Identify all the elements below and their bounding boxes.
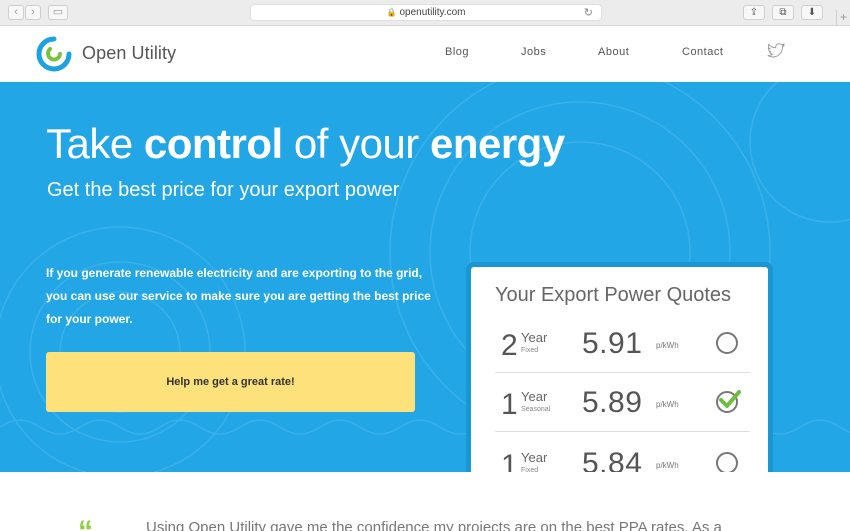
hero-title-part-1: Take [46,120,144,167]
twitter-icon[interactable] [767,43,785,59]
quote-select-radio[interactable] [716,452,738,472]
hero-title: Take control of your energy [46,120,565,168]
quote-term-unit: Year [521,389,548,404]
nav-blog[interactable]: Blog [445,46,469,58]
checkmark-icon [719,390,741,408]
reload-icon[interactable]: ↻ [584,6,593,19]
nav-contact[interactable]: Contact [682,46,723,58]
nav-jobs[interactable]: Jobs [521,46,546,58]
quote-type: Fixed [521,347,539,354]
quote-select-radio[interactable] [716,332,738,354]
quote-term-unit: Year [521,450,548,465]
open-utility-logo[interactable] [36,36,72,72]
back-button[interactable]: ‹ [8,5,24,20]
new-tab-button[interactable]: + [836,10,850,26]
quote-mark-icon: “ [78,515,93,531]
forward-button[interactable]: › [25,5,41,20]
quote-unit: p/kWh [656,341,679,350]
quote-term-unit: Year [521,330,548,345]
nav-about[interactable]: About [598,46,629,58]
hero-title-part-2: control [143,120,283,167]
divider [495,372,750,373]
sidebar-toggle-icon[interactable]: ▭ [48,5,68,20]
hero-title-part-3: of your [282,120,430,167]
quotes-card: Your Export Power Quotes 2 Year Fixed 5.… [466,262,773,472]
tabs-icon[interactable]: ⧉ [772,5,794,20]
quote-rate: 5.84 [582,447,643,472]
quote-row[interactable]: 2 Year Fixed 5.91 p/kWh [495,327,738,387]
lock-icon: 🔒 [386,8,397,17]
quote-term-number: 1 [501,388,518,421]
quotes-card-title: Your Export Power Quotes [495,284,732,306]
quote-unit: p/kWh [656,461,679,470]
quote-row[interactable]: 1 Year Seasonal 5.89 p/kWh [495,386,741,446]
hero-title-part-4: energy [429,120,565,167]
quote-term-number: 2 [501,329,518,362]
download-icon[interactable]: ⬇ [801,5,823,20]
hero-section: Take control of your energy Get the best… [0,82,850,472]
share-icon[interactable]: ⇪ [743,5,765,20]
quote-row[interactable]: 1 Year Fixed 5.84 p/kWh [495,447,738,472]
quote-unit: p/kWh [656,400,679,409]
quote-term-number: 1 [501,449,518,472]
quote-type: Seasonal [521,406,551,413]
brand-name[interactable]: Open Utility [82,43,176,64]
quote-type: Fixed [521,467,539,472]
testimonial-text: Using Open Utility gave me the confidenc… [146,519,722,531]
hero-description: If you generate renewable electricity an… [46,266,431,326]
quote-rate: 5.91 [582,327,643,360]
get-rate-button[interactable]: Help me get a great rate! [46,352,415,412]
hero-subtitle: Get the best price for your export power [47,179,400,201]
site-header: Open Utility Blog Jobs About Contact [0,26,850,82]
quote-select-radio-checked[interactable] [716,390,741,413]
url-text: openutility.com [399,7,466,18]
browser-toolbar: ‹ › ▭ 🔒 openutility.com ↻ ⇪ ⧉ ⬇ + [0,0,850,26]
address-bar[interactable]: 🔒 openutility.com ↻ [250,4,602,21]
quote-rate: 5.89 [582,386,643,419]
divider [495,431,750,432]
